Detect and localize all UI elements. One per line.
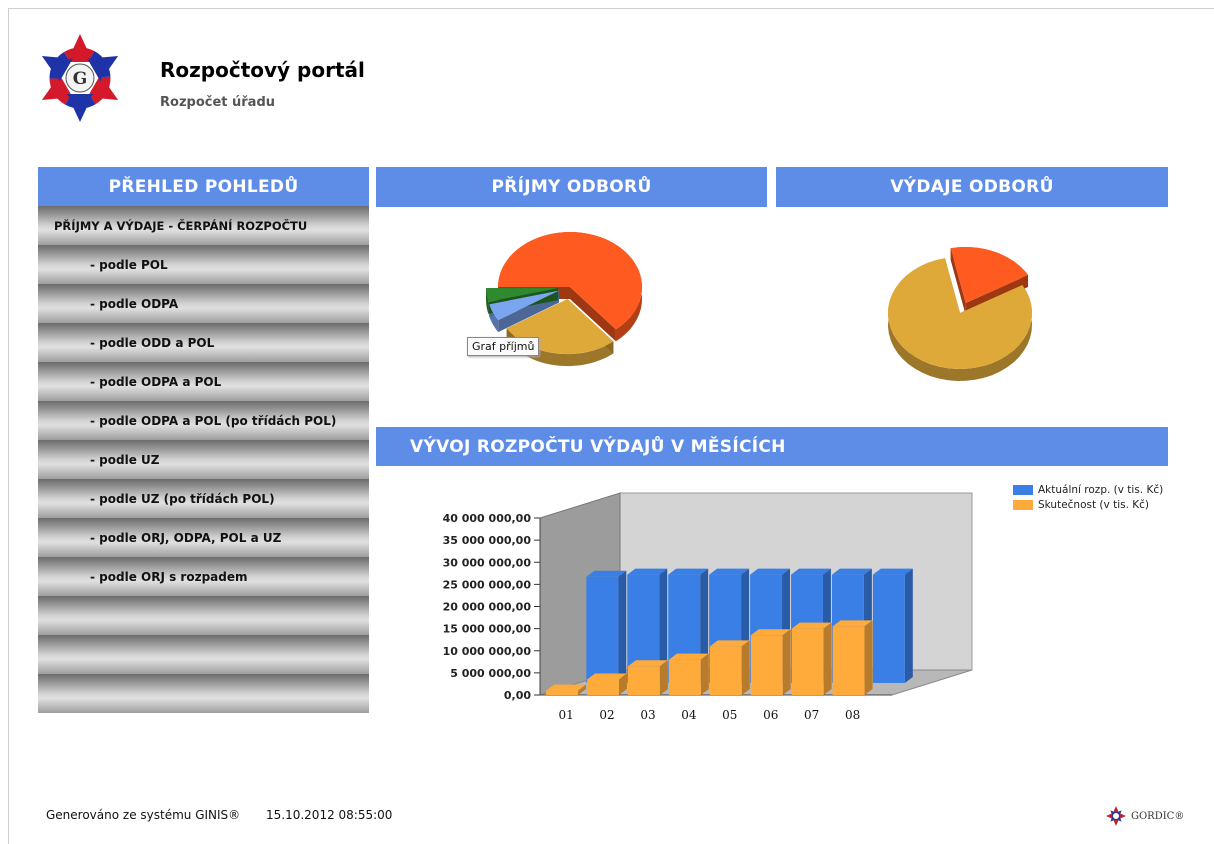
menu-item[interactable]: - podle ORJ s rozpadem — [38, 557, 369, 596]
app-title: Rozpočtový portál — [160, 58, 365, 82]
menu-item[interactable]: - podle ORJ, ODPA, POL a UZ — [38, 518, 369, 557]
bar-budget[interactable] — [872, 568, 913, 683]
x-tick-label: 02 — [599, 708, 614, 722]
menu-item[interactable]: - podle POL — [38, 245, 369, 284]
menu-item-label: - podle POL — [90, 257, 168, 272]
gordic-star-icon — [1106, 806, 1126, 826]
bar-actual[interactable] — [546, 684, 587, 695]
menu-heading: PŘEHLED POHLEDŮ — [38, 167, 369, 206]
y-tick-label: 15 000 000,00 — [443, 623, 532, 636]
y-tick-label: 20 000 000,00 — [443, 601, 532, 614]
x-tick-label: 07 — [804, 708, 819, 722]
menu-item-empty — [38, 674, 369, 713]
app-subtitle: Rozpočet úřadu — [160, 95, 276, 110]
menu-item[interactable]: - podle ODPA — [38, 284, 369, 323]
y-tick-label: 5 000 000,00 — [450, 667, 531, 680]
legend-item-budget: Aktuální rozp. (v tis. Kč) — [1013, 482, 1163, 497]
menu-item-label: - podle UZ (po třídách POL) — [90, 491, 275, 506]
budget-trend-bar-chart[interactable]: 0,00 5 000 000,00 10 000 000,00 15 000 000,… — [400, 480, 1000, 740]
legend-label-actual: Skutečnost (v tis. Kč) — [1038, 498, 1150, 511]
gordic-brand: GORDIC® — [1131, 810, 1185, 822]
bar-actual[interactable] — [628, 660, 668, 695]
menu-item[interactable]: - podle ODD a POL — [38, 323, 369, 362]
menu-item-label: PŘÍJMY A VÝDAJE - ČERPÁNÍ ROZPOČTU — [54, 218, 308, 233]
legend-swatch-budget — [1013, 484, 1033, 495]
ginis-logo: G — [41, 34, 119, 122]
footer-generated: Generováno ze systému GINIS® — [46, 808, 241, 822]
menu-item[interactable]: - podle UZ (po třídách POL) — [38, 479, 369, 518]
legend-swatch-actual — [1013, 499, 1033, 510]
footer-timestamp: 15.10.2012 08:55:00 — [266, 808, 393, 822]
trend-heading: VÝVOJ ROZPOČTU VÝDAJŮ V MĚSÍCÍCH — [376, 427, 1168, 466]
menu-item-label: - podle UZ — [90, 452, 160, 467]
gordic-logo: GORDIC® — [1105, 805, 1184, 827]
bar-actual[interactable] — [750, 629, 791, 695]
menu-item-label: - podle ODPA — [90, 296, 179, 311]
y-tick-label: 30 000 000,00 — [443, 556, 532, 569]
legend-label-budget: Aktuální rozp. (v tis. Kč) — [1038, 483, 1164, 496]
bar-actual[interactable] — [709, 640, 750, 695]
y-tick-label: 35 000 000,00 — [443, 534, 532, 547]
x-tick-label: 03 — [640, 708, 655, 722]
menu-item-label: - podle ODPA a POL — [90, 374, 222, 389]
income-heading: PŘÍJMY ODBORŮ — [376, 167, 767, 207]
menu-item-empty — [38, 635, 369, 674]
views-menu: PŘÍJMY A VÝDAJE - ČERPÁNÍ ROZPOČTU - podl… — [38, 206, 369, 718]
menu-item[interactable]: - podle UZ — [38, 440, 369, 479]
menu-item-label: - podle ORJ s rozpadem — [90, 569, 248, 584]
x-tick-label: 05 — [722, 708, 737, 722]
menu-item-label: - podle ODD a POL — [90, 335, 215, 350]
bar-actual[interactable] — [587, 673, 627, 695]
y-tick-label: 40 000 000,00 — [443, 512, 532, 525]
expense-heading: VÝDAJE ODBORŮ — [776, 167, 1168, 207]
y-tick-label: 0,00 — [504, 689, 531, 702]
menu-item-label: - podle ODPA a POL (po třídách POL) — [90, 413, 337, 428]
bar-actual[interactable] — [832, 620, 873, 695]
x-tick-label: 01 — [558, 708, 573, 722]
y-tick-label: 25 000 000,00 — [443, 578, 532, 591]
x-tick-label: 04 — [681, 708, 697, 722]
chart-legend: Aktuální rozp. (v tis. Kč) Skutečnost (v… — [1013, 482, 1163, 512]
menu-item-empty — [38, 596, 369, 635]
expense-pie-chart[interactable] — [870, 225, 1080, 395]
income-chart-tooltip: Graf příjmů — [467, 337, 540, 356]
legend-item-actual: Skutečnost (v tis. Kč) — [1013, 497, 1163, 512]
bar-budget[interactable] — [586, 570, 627, 683]
svg-text:G: G — [73, 69, 88, 89]
y-tick-label: 10 000 000,00 — [443, 645, 532, 658]
menu-item-label: - podle ORJ, ODPA, POL a UZ — [90, 530, 282, 545]
menu-item[interactable]: - podle ODPA a POL (po třídách POL) — [38, 401, 369, 440]
x-tick-label: 08 — [845, 708, 860, 722]
bar-actual[interactable] — [668, 653, 709, 695]
income-pie-chart[interactable] — [470, 215, 670, 395]
x-tick-label: 06 — [763, 708, 778, 722]
menu-item[interactable]: PŘÍJMY A VÝDAJE - ČERPÁNÍ ROZPOČTU — [38, 206, 369, 245]
bar-actual[interactable] — [791, 622, 832, 695]
menu-item[interactable]: - podle ODPA a POL — [38, 362, 369, 401]
